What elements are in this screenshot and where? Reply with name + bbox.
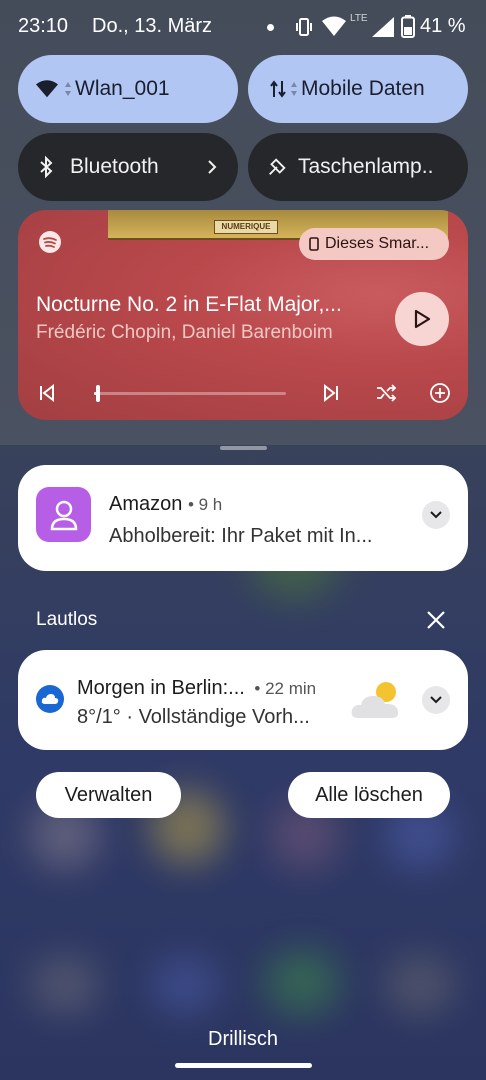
mobile-data-tile-label: Mobile Daten xyxy=(301,77,425,100)
flashlight-tile-label: Taschenlamp.. xyxy=(298,155,434,178)
bluetooth-icon xyxy=(40,155,53,179)
flashlight-icon xyxy=(269,158,286,175)
output-device-chip[interactable]: Dieses Smar... xyxy=(299,228,449,260)
notification-amazon[interactable]: Amazon • 9 h Abholbereit: Ihr Paket mit … xyxy=(18,465,468,571)
wifi-icon xyxy=(322,16,346,36)
add-to-library-icon[interactable] xyxy=(429,382,451,404)
wifi-tile-label: Wlan_001 xyxy=(75,77,170,100)
status-bar: 23:10 Do., 13. März LTE 41 % xyxy=(0,0,486,56)
battery-icon xyxy=(401,15,415,38)
notification-body: 8°/1° · Vollständige Vorh... xyxy=(77,706,310,728)
seek-bar[interactable] xyxy=(94,385,286,402)
notification-app-name: Amazon xyxy=(109,493,183,515)
play-button[interactable] xyxy=(395,292,449,346)
notification-time: • 9 h xyxy=(187,495,223,514)
wifi-icon xyxy=(36,80,58,98)
expand-button[interactable] xyxy=(422,686,450,714)
wifi-tile[interactable]: Wlan_001 xyxy=(18,55,238,123)
output-device-label: Dieses Smar... xyxy=(325,235,430,252)
seek-bar-thumb[interactable] xyxy=(96,385,100,402)
close-icon[interactable] xyxy=(424,608,448,632)
notification-title: Morgen in Berlin:... xyxy=(77,677,245,699)
media-player-card[interactable]: NUMERIQUE Dieses Smar... Nocturne No. 2 … xyxy=(18,210,468,420)
flashlight-tile[interactable]: Taschenlamp.. xyxy=(248,133,468,201)
clear-all-button[interactable]: Alle löschen xyxy=(288,772,450,818)
clock: 23:10 xyxy=(18,15,69,37)
next-track-icon[interactable] xyxy=(320,382,342,404)
silent-section-label: Lautlos xyxy=(36,609,98,630)
play-icon xyxy=(414,309,431,329)
battery-percent: 41 % xyxy=(420,15,466,37)
amazon-user-icon xyxy=(36,487,91,542)
chevron-down-icon xyxy=(430,511,442,519)
drag-handle[interactable] xyxy=(220,446,267,450)
expand-button[interactable] xyxy=(422,501,450,529)
phone-icon xyxy=(309,237,319,251)
track-artist: Frédéric Chopin, Daniel Barenboim xyxy=(36,322,333,343)
spotify-icon xyxy=(39,231,61,253)
carrier-label: Drillisch xyxy=(208,1028,278,1050)
signal-icon xyxy=(372,17,394,37)
notification-time: • 22 min xyxy=(254,679,317,698)
manage-button[interactable]: Verwalten xyxy=(36,772,181,818)
notification-dot-icon xyxy=(267,24,274,31)
mobile-data-icon xyxy=(270,80,286,98)
notification-weather[interactable]: Morgen in Berlin:... • 22 min 8°/1° · Vo… xyxy=(18,650,468,750)
cloud-icon xyxy=(36,685,64,713)
data-activity-icon xyxy=(291,82,297,96)
album-art-label: NUMERIQUE xyxy=(214,220,278,234)
vibrate-icon xyxy=(296,18,312,36)
mobile-data-tile[interactable]: Mobile Daten xyxy=(248,55,468,123)
data-activity-icon xyxy=(65,82,71,96)
partly-cloudy-icon xyxy=(351,682,399,718)
chevron-right-icon[interactable] xyxy=(206,157,218,177)
previous-track-icon[interactable] xyxy=(36,382,58,404)
bluetooth-tile-label: Bluetooth xyxy=(70,155,159,178)
network-type: LTE xyxy=(350,13,368,24)
date: Do., 13. März xyxy=(92,15,213,37)
track-title: Nocturne No. 2 in E-Flat Major,... xyxy=(36,293,342,316)
chevron-down-icon xyxy=(430,696,442,704)
notification-body: Abholbereit: Ihr Paket mit In... xyxy=(109,525,373,547)
bluetooth-tile[interactable]: Bluetooth xyxy=(18,133,238,201)
shuffle-icon[interactable] xyxy=(375,382,397,404)
home-indicator[interactable] xyxy=(175,1063,312,1068)
